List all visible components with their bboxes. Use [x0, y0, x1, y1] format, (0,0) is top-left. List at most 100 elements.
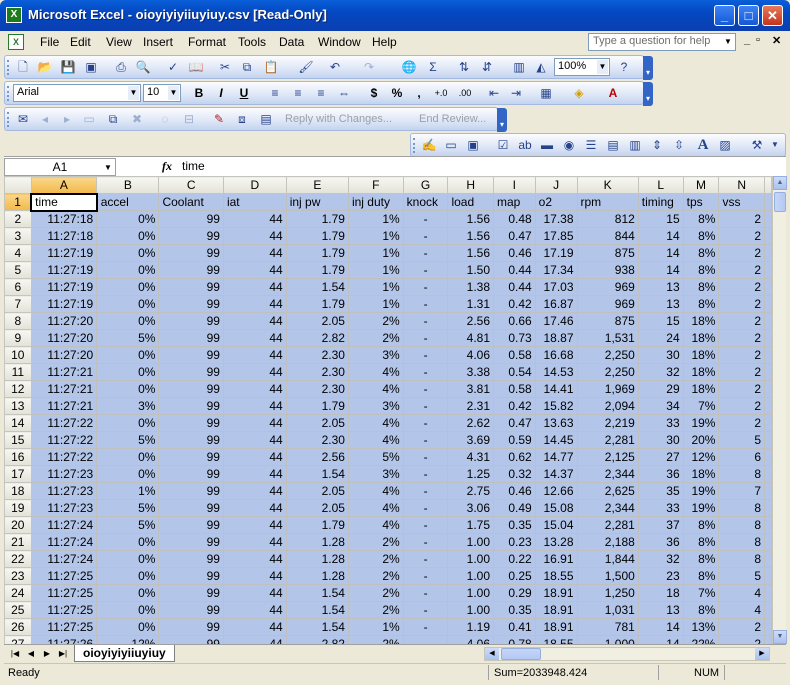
- cell-d16[interactable]: 44: [222, 448, 287, 466]
- cell-a8[interactable]: 11:27:20: [30, 312, 98, 330]
- cell-k22[interactable]: 1,844: [576, 550, 639, 568]
- doc-minimize-button[interactable]: _: [744, 34, 750, 46]
- cell-n25[interactable]: 4: [718, 601, 765, 619]
- cell-f13[interactable]: 3%: [347, 397, 404, 415]
- cell-c18[interactable]: 99: [158, 482, 224, 500]
- cell-d20[interactable]: 44: [222, 516, 287, 534]
- cell-c24[interactable]: 99: [158, 584, 224, 602]
- cell-j22[interactable]: 16.91: [534, 550, 578, 568]
- protect-icon[interactable]: ⊟: [181, 111, 197, 127]
- row-header[interactable]: 26: [4, 618, 32, 636]
- cell-c9[interactable]: 99: [158, 329, 224, 347]
- cell-c23[interactable]: 99: [158, 567, 224, 585]
- cell-l17[interactable]: 36: [637, 465, 684, 483]
- cell-j19[interactable]: 15.08: [534, 499, 578, 517]
- chevron-down-icon[interactable]: ▼: [767, 137, 783, 153]
- cell-a26[interactable]: 11:27:25: [30, 618, 98, 636]
- cell-d17[interactable]: 44: [222, 465, 287, 483]
- align-center-icon[interactable]: ≡: [290, 85, 306, 101]
- cell-m11[interactable]: 18%: [682, 363, 720, 381]
- cell-h1[interactable]: load: [447, 193, 495, 211]
- overflow-cell[interactable]: [764, 584, 772, 602]
- column-header-n[interactable]: N: [718, 176, 765, 194]
- cell-k7[interactable]: 969: [576, 295, 639, 313]
- cell-g6[interactable]: -: [402, 278, 449, 296]
- cell-g19[interactable]: -: [402, 499, 449, 517]
- cell-h27[interactable]: 4.06: [447, 635, 495, 644]
- cell-m20[interactable]: 8%: [682, 516, 720, 534]
- cell-m7[interactable]: 8%: [682, 295, 720, 313]
- cell-a4[interactable]: 11:27:19: [30, 244, 98, 262]
- cell-e8[interactable]: 2.05: [285, 312, 349, 330]
- cell-m27[interactable]: 22%: [682, 635, 720, 644]
- row-header[interactable]: 3: [4, 227, 32, 245]
- cell-n16[interactable]: 6: [718, 448, 765, 466]
- row-header[interactable]: 22: [4, 550, 32, 568]
- cell-a18[interactable]: 11:27:23: [30, 482, 98, 500]
- cell-b24[interactable]: 0%: [96, 584, 160, 602]
- scroll-down-icon[interactable]: ▼: [773, 630, 787, 644]
- cell-h6[interactable]: 1.38: [447, 278, 495, 296]
- cell-a7[interactable]: 11:27:19: [30, 295, 98, 313]
- fill-color-icon[interactable]: ◈: [571, 85, 587, 101]
- vertical-scrollbar[interactable]: ▲ ▼: [772, 176, 787, 644]
- previous-sheet-icon[interactable]: ◀: [24, 647, 38, 661]
- overflow-cell[interactable]: [764, 312, 772, 330]
- cell-f12[interactable]: 4%: [347, 380, 404, 398]
- underline-icon[interactable]: U: [236, 85, 252, 101]
- cell-n5[interactable]: 2: [718, 261, 765, 279]
- cell-e11[interactable]: 2.30: [285, 363, 349, 381]
- row-header[interactable]: 27: [4, 635, 32, 644]
- cell-h21[interactable]: 1.00: [447, 533, 495, 551]
- cell-i27[interactable]: 0.78: [493, 635, 536, 644]
- italic-icon[interactable]: I: [213, 85, 229, 101]
- row-header[interactable]: 6: [4, 278, 32, 296]
- cell-b26[interactable]: 0%: [96, 618, 160, 636]
- overflow-cell[interactable]: [764, 601, 772, 619]
- cell-h26[interactable]: 1.19: [447, 618, 495, 636]
- cell-k11[interactable]: 2,250: [576, 363, 639, 381]
- toolbar-grip[interactable]: [7, 86, 10, 101]
- cell-f3[interactable]: 1%: [347, 227, 404, 245]
- row-header[interactable]: 13: [4, 397, 32, 415]
- cell-k2[interactable]: 812: [576, 210, 639, 228]
- cell-h15[interactable]: 3.69: [447, 431, 495, 449]
- overflow-cell[interactable]: [764, 329, 772, 347]
- cell-b1[interactable]: accel: [96, 193, 160, 211]
- cell-i20[interactable]: 0.35: [493, 516, 536, 534]
- cell-l14[interactable]: 33: [637, 414, 684, 432]
- menu-window[interactable]: Window: [318, 35, 361, 49]
- cell-a16[interactable]: 11:27:22: [30, 448, 98, 466]
- cell-e23[interactable]: 1.28: [285, 567, 349, 585]
- row-header[interactable]: 15: [4, 431, 32, 449]
- overflow-cell[interactable]: [764, 210, 772, 228]
- cell-n26[interactable]: 2: [718, 618, 765, 636]
- cell-n24[interactable]: 4: [718, 584, 765, 602]
- cell-f15[interactable]: 4%: [347, 431, 404, 449]
- doc-restore-button[interactable]: ▫: [756, 34, 760, 46]
- combo-box-icon[interactable]: ▤: [605, 137, 621, 153]
- cell-g4[interactable]: -: [402, 244, 449, 262]
- cell-m13[interactable]: 7%: [682, 397, 720, 415]
- cell-g20[interactable]: -: [402, 516, 449, 534]
- cell-n15[interactable]: 5: [718, 431, 765, 449]
- new-icon[interactable]: 🗋: [15, 59, 31, 75]
- cell-f9[interactable]: 2%: [347, 329, 404, 347]
- cell-a11[interactable]: 11:27:21: [30, 363, 98, 381]
- cell-c27[interactable]: 99: [158, 635, 224, 644]
- font-name-select[interactable]: Arial ▼: [13, 84, 141, 102]
- column-header-f[interactable]: F: [347, 176, 404, 194]
- cell-j7[interactable]: 16.87: [534, 295, 578, 313]
- redo-icon[interactable]: ↷: [361, 59, 377, 75]
- combo-list-icon[interactable]: ▥: [627, 137, 643, 153]
- cell-i3[interactable]: 0.47: [493, 227, 536, 245]
- cell-b10[interactable]: 0%: [96, 346, 160, 364]
- cell-e2[interactable]: 1.79: [285, 210, 349, 228]
- cell-h19[interactable]: 3.06: [447, 499, 495, 517]
- overflow-cell[interactable]: [764, 448, 772, 466]
- cell-k17[interactable]: 2,344: [576, 465, 639, 483]
- cell-n7[interactable]: 2: [718, 295, 765, 313]
- cell-l26[interactable]: 14: [637, 618, 684, 636]
- cell-h14[interactable]: 2.62: [447, 414, 495, 432]
- next-sheet-icon[interactable]: ▶: [40, 647, 54, 661]
